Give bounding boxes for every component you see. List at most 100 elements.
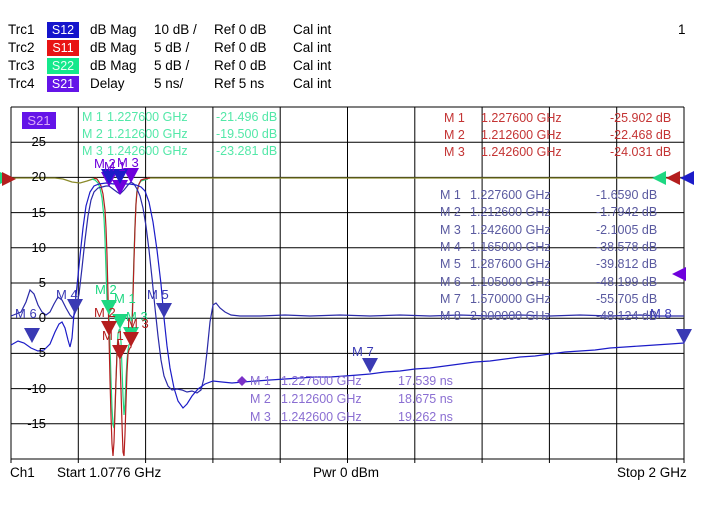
s12_blue-freq: 1.227600 GHz bbox=[470, 188, 551, 202]
s12_blue-freq: 1.287600 GHz bbox=[470, 257, 551, 271]
marker-s11-m3-label: M 3 bbox=[127, 316, 149, 331]
s11_red-m: M 2 bbox=[444, 128, 465, 142]
s11_red-freq: 1.242600 GHz bbox=[481, 145, 562, 159]
trace-scale: 5 dB / bbox=[154, 58, 189, 73]
power-level: Pwr 0 dBm bbox=[313, 465, 379, 480]
y-axis-label: 15 bbox=[12, 205, 46, 220]
s11_red-m: M 1 bbox=[444, 111, 465, 125]
s21_violet-val: 19.262 ns bbox=[398, 410, 453, 424]
s12_blue-m: M 4 bbox=[440, 240, 461, 254]
s12_blue-m: M 2 bbox=[440, 205, 461, 219]
s12_blue-m: M 5 bbox=[440, 257, 461, 271]
ref-arrow-s21[interactable] bbox=[672, 267, 686, 281]
s22_green-freq: 1.212600 GHz bbox=[107, 127, 188, 141]
s12_blue-freq: 1.212600 GHz bbox=[470, 205, 551, 219]
s22_green-m: M 2 bbox=[82, 127, 103, 141]
marker-s21-m3-label: M 3 bbox=[117, 155, 139, 170]
ref-arrow-s11[interactable] bbox=[666, 171, 680, 185]
trace-cal-status: Cal int bbox=[293, 58, 331, 73]
trace-name: Trc1 bbox=[8, 22, 35, 37]
trace-param-badge[interactable]: S22 bbox=[47, 58, 79, 74]
marker-s11-m3-triangle[interactable] bbox=[123, 332, 139, 347]
y-axis-label: -15 bbox=[12, 416, 46, 431]
ref-arrow-s22[interactable] bbox=[652, 171, 666, 185]
y-axis-label: 25 bbox=[12, 134, 46, 149]
s12_blue-freq: 1.165000 GHz bbox=[470, 240, 551, 254]
s12_blue-val: -55.705 dB bbox=[596, 292, 657, 306]
s11_red-freq: 1.227600 GHz bbox=[481, 111, 562, 125]
y-axis-label: 10 bbox=[12, 240, 46, 255]
s12_blue-freq: 1.570000 GHz bbox=[470, 292, 551, 306]
marker-s11-m1-triangle[interactable] bbox=[112, 345, 128, 360]
s12_blue-val: -1.7942 dB bbox=[596, 205, 657, 219]
trace-cal-status: Cal int bbox=[293, 76, 331, 91]
s12_blue-freq: 1.105000 GHz bbox=[470, 275, 551, 289]
y-axis-label: 20 bbox=[12, 169, 46, 184]
vna-screen: Trc1 S12 dB Mag 10 dB / Ref 0 dB Cal int Trc2 S… bbox=[0, 0, 703, 511]
s12_blue-val: -48.199 dB bbox=[596, 275, 657, 289]
window-number: 1 bbox=[678, 22, 686, 37]
s11_red-val: -24.031 dB bbox=[610, 145, 671, 159]
marker-s12-m8-label: M 8 bbox=[650, 306, 672, 321]
trace-param-badge[interactable]: S11 bbox=[47, 40, 79, 56]
s11_red-val: -22.468 dB bbox=[610, 128, 671, 142]
trace-scale: 10 dB / bbox=[154, 22, 197, 37]
s12_blue-val: -48.124 dB bbox=[596, 309, 657, 323]
marker-s12-m6-label: M 6 bbox=[15, 306, 37, 321]
trace-ref: Ref 0 dB bbox=[214, 58, 267, 73]
trace-format: dB Mag bbox=[90, 22, 137, 37]
s11_red-freq: 1.212600 GHz bbox=[481, 128, 562, 142]
start-frequency: Start 1.0776 GHz bbox=[57, 465, 161, 480]
s21_violet-val: 18.675 ns bbox=[398, 392, 453, 406]
marker-s12-m8-triangle[interactable] bbox=[676, 329, 692, 344]
trace-ref: Ref 0 dB bbox=[214, 22, 267, 37]
s21_violet-val: 17.539 ns bbox=[398, 374, 453, 388]
trace-format: Delay bbox=[90, 76, 125, 91]
channel-label: Ch1 bbox=[10, 465, 35, 480]
s21_violet-m: M 1 bbox=[250, 374, 271, 388]
s12_blue-m: M 7 bbox=[440, 292, 461, 306]
marker-s12-m5-triangle[interactable] bbox=[156, 303, 172, 318]
s12_blue-freq: 1.242600 GHz bbox=[470, 223, 551, 237]
active-trace-badge[interactable]: S21 bbox=[22, 112, 56, 129]
trace-param-badge[interactable]: S21 bbox=[47, 76, 79, 92]
trace-cal-status: Cal int bbox=[293, 40, 331, 55]
marker-s12-m6-triangle[interactable] bbox=[24, 328, 40, 343]
marker-s12-m5-label: M 5 bbox=[147, 287, 169, 302]
trace-scale: 5 ns/ bbox=[154, 76, 183, 91]
s11_red-val: -25.902 dB bbox=[610, 111, 671, 125]
y-axis-label: -10 bbox=[12, 381, 46, 396]
trace-ref: Ref 0 dB bbox=[214, 40, 267, 55]
s12_blue-val: -2.1005 dB bbox=[596, 223, 657, 237]
s12_blue-val: -39.812 dB bbox=[596, 257, 657, 271]
s12_blue-m: M 3 bbox=[440, 223, 461, 237]
s22_green-val: -19.500 dB bbox=[216, 127, 277, 141]
s22_green-m: M 1 bbox=[82, 110, 103, 124]
trace-format: dB Mag bbox=[90, 58, 137, 73]
trace-format: dB Mag bbox=[90, 40, 137, 55]
marker-s12-m7-triangle[interactable] bbox=[362, 358, 378, 373]
marker-s22-m1-label: M 1 bbox=[114, 291, 136, 306]
trace-name: Trc4 bbox=[8, 76, 35, 91]
s21_violet-freq: 1.227600 GHz bbox=[281, 374, 362, 388]
delay-marker-diamond[interactable] bbox=[237, 376, 247, 386]
marker-s11-m1-label: M 1 bbox=[102, 328, 124, 343]
marker-s12-m7-label: M 7 bbox=[352, 344, 374, 359]
ref-arrow-s12[interactable] bbox=[680, 171, 694, 185]
s12_blue-val: -38.578 dB bbox=[596, 240, 657, 254]
stop-frequency: Stop 2 GHz bbox=[617, 465, 687, 480]
s21_violet-m: M 2 bbox=[250, 392, 271, 406]
trace-param-badge[interactable]: S12 bbox=[47, 22, 79, 38]
s22_green-val: -23.281 dB bbox=[216, 144, 277, 158]
y-axis-label: 5 bbox=[12, 275, 46, 290]
trace-scale: 5 dB / bbox=[154, 40, 189, 55]
s12_blue-freq: 2.000000 GHz bbox=[470, 309, 551, 323]
marker-s11-m2-label: M 2 bbox=[94, 305, 116, 320]
s21_violet-m: M 3 bbox=[250, 410, 271, 424]
trace-name: Trc2 bbox=[8, 40, 35, 55]
s12_blue-m: M 8 bbox=[440, 309, 461, 323]
s21_violet-freq: 1.212600 GHz bbox=[281, 392, 362, 406]
s22_green-freq: 1.227600 GHz bbox=[107, 110, 188, 124]
trace-ref: Ref 5 ns bbox=[214, 76, 264, 91]
s11_red-m: M 3 bbox=[444, 145, 465, 159]
